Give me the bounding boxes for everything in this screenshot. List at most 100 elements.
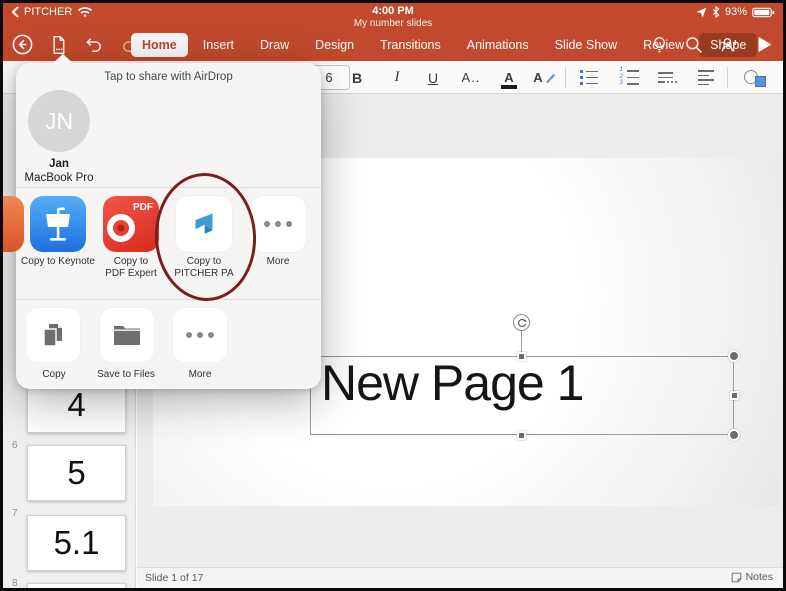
text-effects-label: A	[533, 70, 542, 85]
undo-button[interactable]	[81, 32, 107, 58]
pdf-expert-app-icon[interactable]: PDF	[103, 196, 159, 252]
copy-pages-icon	[40, 321, 66, 349]
ellipsis-icon	[264, 221, 292, 227]
notes-button[interactable]: Notes	[731, 571, 773, 583]
thumbnail-index: 6	[12, 440, 18, 451]
tell-me-button[interactable]	[646, 32, 672, 58]
font-options-button[interactable]: A..	[455, 61, 487, 94]
folder-icon	[112, 323, 142, 347]
more-actions-button[interactable]	[173, 308, 227, 362]
undo-icon	[84, 35, 104, 55]
airdrop-contact-device: MacBook Pro	[16, 172, 102, 184]
airdrop-hint: Tap to share with AirDrop	[16, 71, 321, 83]
pdf-badge: PDF	[133, 202, 153, 213]
search-icon	[684, 35, 704, 55]
underline-button[interactable]: U	[417, 61, 449, 94]
font-color-button[interactable]: A	[493, 61, 525, 94]
share-target-label: Copy toPDF Expert	[93, 256, 169, 280]
more-share-targets-button[interactable]	[250, 196, 306, 252]
tab-transitions[interactable]: Transitions	[369, 33, 452, 57]
clock: 4:00 PM	[3, 5, 783, 17]
battery-percent: 93%	[725, 6, 747, 18]
search-button[interactable]	[681, 32, 707, 58]
status-bar: PITCHER 4:00 PM My number slides 93%	[3, 3, 783, 28]
slide-thumbnail[interactable]: 5.1	[27, 515, 126, 571]
slide-thumbnail[interactable]: 5	[27, 445, 126, 501]
keynote-podium-icon	[30, 196, 86, 252]
tab-insert[interactable]: Insert	[192, 33, 245, 57]
tab-design[interactable]: Design	[304, 33, 365, 57]
copy-action-button[interactable]	[26, 308, 80, 362]
ribbon-bar: Home Insert Draw Design Transitions Anim…	[3, 28, 783, 61]
keynote-app-icon[interactable]	[30, 196, 86, 252]
share-people-button[interactable]	[716, 32, 742, 58]
pen-icon	[544, 71, 557, 84]
share-target-label: Copy to Keynote	[20, 256, 96, 268]
tab-slideshow[interactable]: Slide Show	[544, 33, 629, 57]
line-spacing-icon	[658, 72, 677, 83]
add-person-icon	[719, 35, 740, 55]
insert-shape-button[interactable]	[739, 61, 771, 94]
ribbon-left-buttons	[9, 28, 143, 61]
slide-counter: Slide 1 of 17	[145, 572, 203, 584]
thumbnail-index: 8	[12, 578, 18, 589]
play-icon	[756, 35, 773, 54]
toolbar-separator	[727, 67, 728, 88]
popover-divider	[16, 299, 321, 300]
location-arrow-icon	[696, 7, 707, 18]
slide-thumbnail[interactable]	[27, 583, 126, 591]
airdrop-contact-name: Jan	[16, 158, 102, 170]
text-effects-button[interactable]: A	[529, 61, 561, 94]
align-button[interactable]	[690, 61, 722, 94]
battery-icon	[752, 7, 775, 18]
back-circle-icon	[11, 33, 34, 56]
notes-icon	[731, 572, 742, 583]
popover-arrow	[52, 54, 74, 64]
bullet-list-icon	[580, 70, 598, 85]
rotate-icon	[517, 318, 527, 328]
thumbnail-index: 7	[12, 508, 18, 519]
popover-divider	[16, 187, 321, 188]
textbox-selection-border[interactable]	[310, 356, 734, 435]
resize-handle-right[interactable]	[730, 391, 739, 400]
italic-button[interactable]: I	[381, 61, 413, 94]
action-label: Copy	[16, 369, 92, 380]
toolbar-separator	[565, 67, 566, 88]
action-label: More	[162, 369, 238, 380]
screenshot-frame: PITCHER 4:00 PM My number slides 93%	[0, 0, 786, 591]
resize-handle-bottom-right[interactable]	[728, 429, 740, 441]
resize-handle-bottom[interactable]	[517, 431, 526, 440]
bullet-list-button[interactable]	[573, 61, 605, 94]
present-button[interactable]	[751, 32, 777, 58]
bluetooth-icon	[712, 6, 720, 18]
resize-handle-top-right[interactable]	[728, 350, 740, 362]
share-target-powerpoint-partial[interactable]	[0, 196, 24, 252]
line-spacing-button[interactable]	[651, 61, 683, 94]
status-center: 4:00 PM My number slides	[3, 5, 783, 29]
close-file-button[interactable]	[9, 32, 35, 58]
thumbnail-content: 5.1	[54, 524, 100, 562]
font-color-label: A	[504, 70, 513, 85]
align-left-icon	[698, 70, 714, 85]
numbered-list-button[interactable]: 1 2 3	[613, 61, 645, 94]
save-to-files-button[interactable]	[100, 308, 154, 362]
action-label: Save to Files	[88, 369, 164, 380]
thumbnail-content: 4	[67, 386, 85, 424]
numbered-list-icon: 1 2 3	[620, 69, 639, 86]
bold-button[interactable]: B	[341, 61, 373, 94]
lightbulb-icon	[650, 34, 669, 55]
resize-handle-top[interactable]	[517, 352, 526, 361]
font-color-swatch	[501, 85, 516, 89]
tab-draw[interactable]: Draw	[249, 33, 300, 57]
ribbon-right-buttons	[646, 28, 777, 61]
shape-tool-icon	[744, 69, 766, 87]
tab-animations[interactable]: Animations	[456, 33, 540, 57]
ellipsis-icon	[186, 332, 214, 338]
notes-label: Notes	[746, 571, 773, 583]
rotation-handle[interactable]	[513, 314, 530, 331]
share-document-icon	[48, 34, 69, 56]
thumbnail-content: 5	[67, 454, 85, 492]
tab-home[interactable]: Home	[131, 33, 188, 57]
status-right: 93%	[696, 6, 775, 18]
airdrop-contact-avatar[interactable]: JN	[28, 90, 90, 152]
